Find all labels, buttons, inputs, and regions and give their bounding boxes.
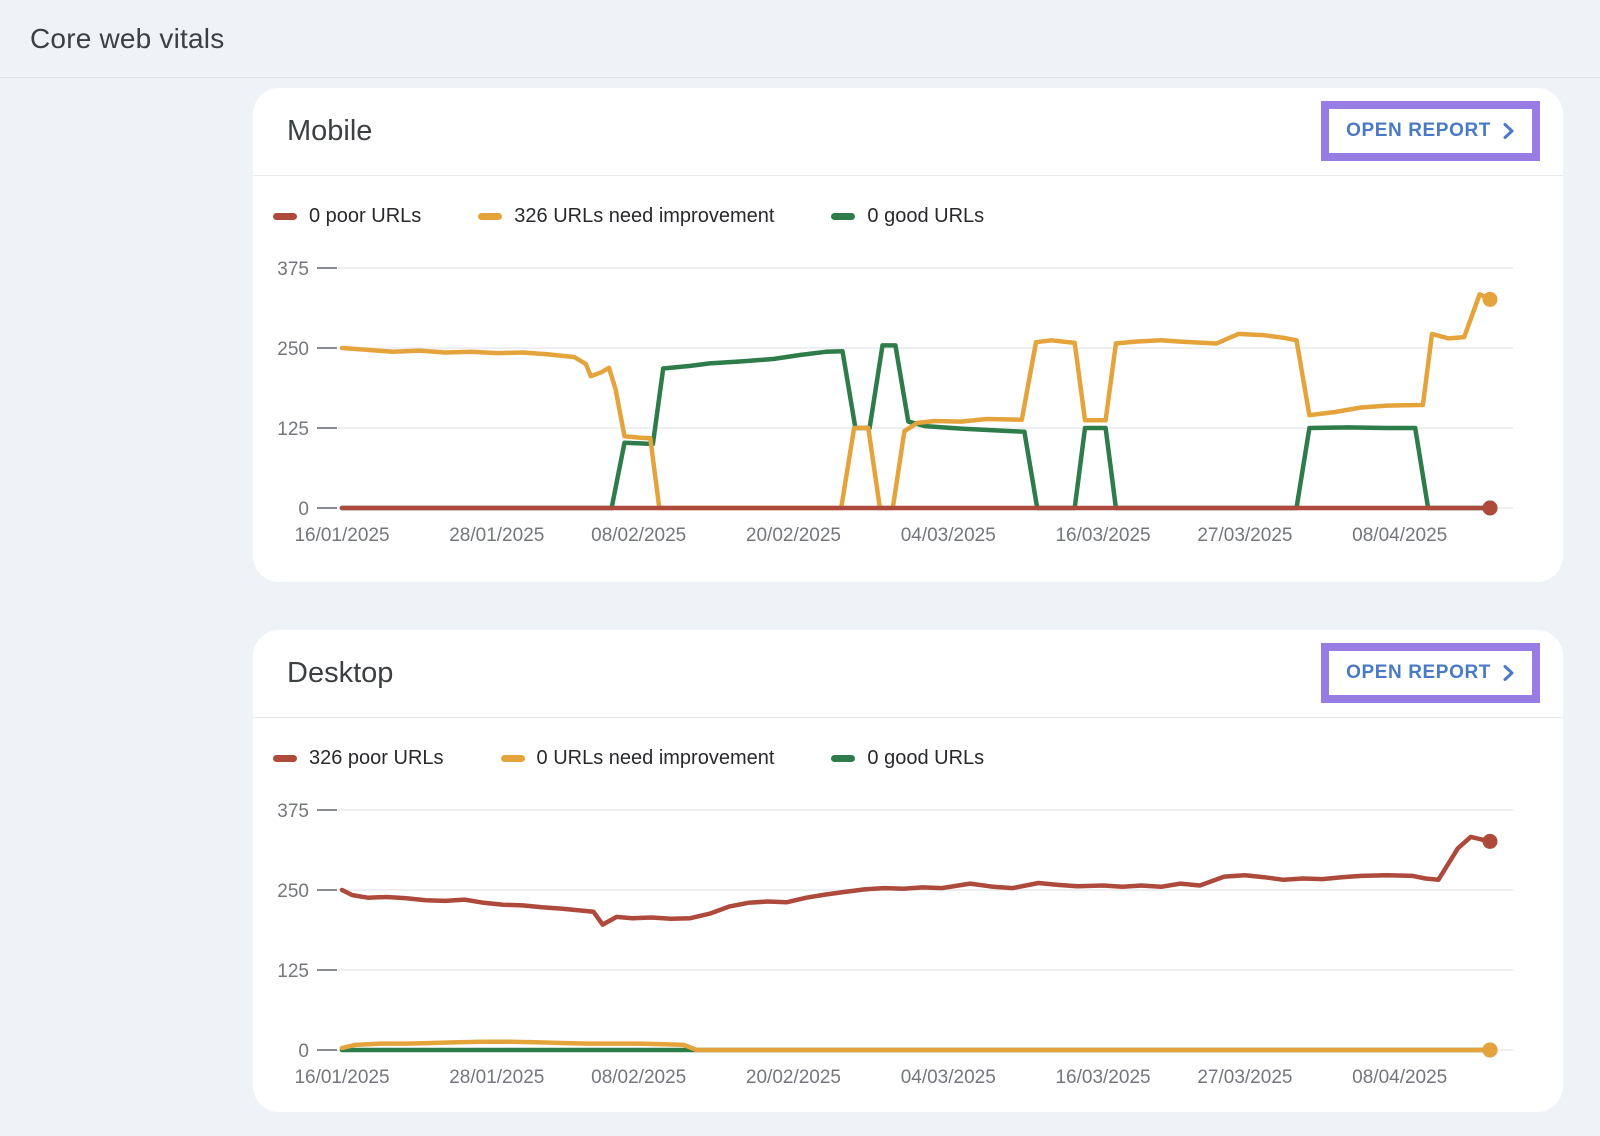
- desktop-legend: 326 poor URLs 0 URLs need improvement 0 …: [253, 718, 1563, 770]
- y-tick-label: 250: [277, 881, 309, 902]
- chevron-right-icon: [1502, 664, 1515, 682]
- mobile-card-title: Mobile: [287, 115, 372, 148]
- y-tick-label: 0: [298, 499, 309, 520]
- y-tick-label: 125: [277, 961, 309, 982]
- desktop-cwv-line-chart: 0 125 250 375 16/01/2025 28/01/2025 08/02/2025…: [253, 782, 1563, 1094]
- y-tick-label: 375: [277, 259, 309, 280]
- x-tick-label: 04/03/2025: [901, 525, 996, 546]
- x-tick-label: 27/03/2025: [1197, 1067, 1292, 1088]
- series-line-poor: [342, 837, 1490, 925]
- good-swatch-icon: [831, 755, 855, 762]
- series-line-good: [342, 345, 1490, 508]
- series-endpoint-dot-poor: [1483, 501, 1498, 516]
- y-tick-label: 375: [277, 801, 309, 822]
- x-tick-label: 16/03/2025: [1055, 525, 1150, 546]
- series-endpoint-dot-needs_improvement: [1483, 292, 1498, 307]
- x-tick-label: 20/02/2025: [746, 1067, 841, 1088]
- open-report-button[interactable]: OPEN REPORT: [1329, 109, 1532, 153]
- legend-label: 0 good URLs: [867, 747, 984, 770]
- mobile-card: Mobile OPEN REPORT 0 poor URLs 326 URLs …: [253, 88, 1563, 582]
- x-tick-label: 08/04/2025: [1352, 1067, 1447, 1088]
- legend-label: 326 poor URLs: [309, 747, 444, 770]
- y-tick-label: 125: [277, 419, 309, 440]
- needs-improvement-swatch-icon: [501, 755, 525, 762]
- legend-item-needs-improvement: 0 URLs need improvement: [501, 747, 775, 770]
- chart-canvas: 0 125 250 375 16/01/2025 28/01/2025 08/02/2025…: [253, 240, 1563, 552]
- series-endpoint-dot-poor: [1483, 834, 1498, 849]
- legend-label: 0 URLs need improvement: [537, 747, 775, 770]
- legend-item-good: 0 good URLs: [831, 747, 984, 770]
- chart-canvas: 0 125 250 375 16/01/2025 28/01/2025 08/02/2025…: [253, 782, 1563, 1094]
- legend-item-needs-improvement: 326 URLs need improvement: [478, 205, 774, 228]
- legend-label: 326 URLs need improvement: [514, 205, 774, 228]
- x-tick-label: 16/01/2025: [294, 525, 389, 546]
- open-report-label: OPEN REPORT: [1346, 120, 1491, 142]
- page-title: Core web vitals: [30, 23, 224, 55]
- poor-swatch-icon: [273, 755, 297, 762]
- open-report-button[interactable]: OPEN REPORT: [1329, 651, 1532, 695]
- desktop-card-header: Desktop OPEN REPORT: [253, 630, 1563, 718]
- legend-label: 0 poor URLs: [309, 205, 421, 228]
- mobile-cwv-line-chart: 0 125 250 375 16/01/2025 28/01/2025 08/02/2025…: [253, 240, 1563, 552]
- x-tick-label: 04/03/2025: [901, 1067, 996, 1088]
- desktop-card: Desktop OPEN REPORT 326 poor URLs 0 URLs…: [253, 630, 1563, 1112]
- page-header: Core web vitals: [0, 0, 1600, 78]
- y-tick-label: 0: [298, 1041, 309, 1062]
- series-endpoint-dot-needs_improvement: [1483, 1043, 1498, 1058]
- open-report-highlight: OPEN REPORT: [1321, 101, 1540, 161]
- x-tick-label: 16/03/2025: [1055, 1067, 1150, 1088]
- chevron-right-icon: [1502, 122, 1515, 140]
- x-tick-label: 20/02/2025: [746, 525, 841, 546]
- x-tick-label: 08/04/2025: [1352, 525, 1447, 546]
- legend-item-good: 0 good URLs: [831, 205, 984, 228]
- mobile-card-header: Mobile OPEN REPORT: [253, 88, 1563, 176]
- x-tick-label: 08/02/2025: [591, 525, 686, 546]
- x-tick-label: 28/01/2025: [449, 1067, 544, 1088]
- needs-improvement-swatch-icon: [478, 213, 502, 220]
- mobile-legend: 0 poor URLs 326 URLs need improvement 0 …: [253, 176, 1563, 228]
- x-tick-label: 08/02/2025: [591, 1067, 686, 1088]
- legend-item-poor: 0 poor URLs: [273, 205, 421, 228]
- good-swatch-icon: [831, 213, 855, 220]
- legend-label: 0 good URLs: [867, 205, 984, 228]
- series-line-needs_improvement: [342, 294, 1490, 508]
- y-tick-label: 250: [277, 339, 309, 360]
- open-report-highlight: OPEN REPORT: [1321, 643, 1540, 703]
- legend-item-poor: 326 poor URLs: [273, 747, 444, 770]
- open-report-label: OPEN REPORT: [1346, 662, 1491, 684]
- x-tick-label: 16/01/2025: [294, 1067, 389, 1088]
- poor-swatch-icon: [273, 213, 297, 220]
- x-tick-label: 27/03/2025: [1197, 525, 1292, 546]
- desktop-card-title: Desktop: [287, 657, 393, 690]
- x-tick-label: 28/01/2025: [449, 525, 544, 546]
